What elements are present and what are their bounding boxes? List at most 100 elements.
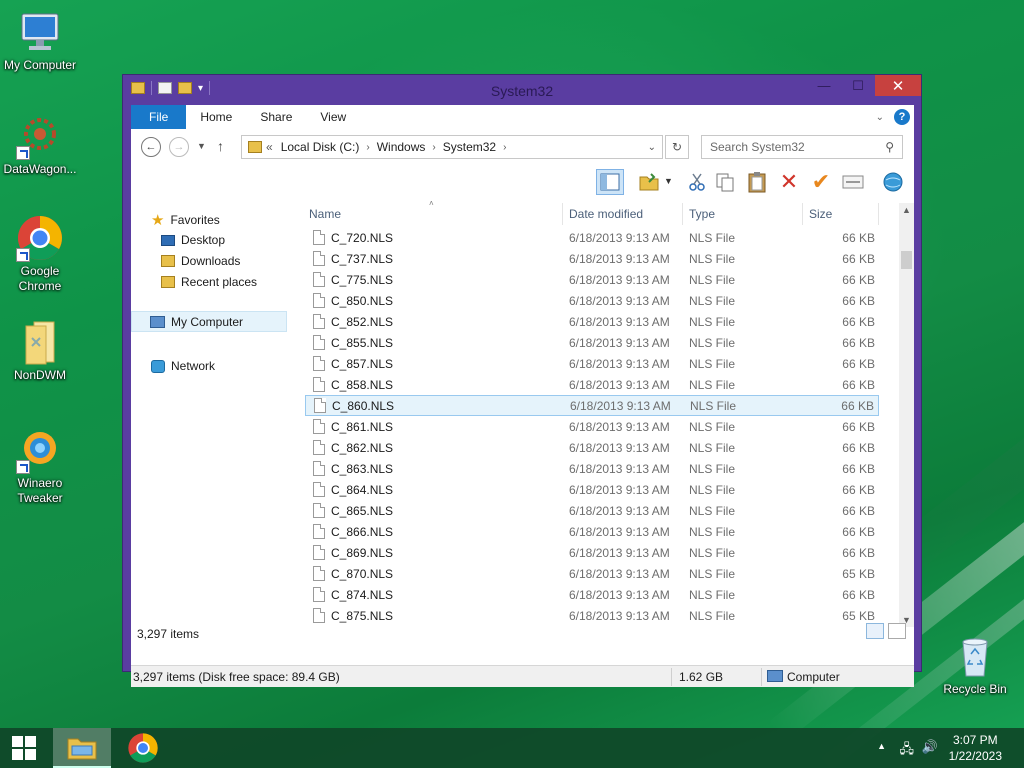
nav-favorites[interactable]: ★ Favorites bbox=[151, 211, 220, 229]
items-count: 3,297 items bbox=[137, 627, 200, 641]
new-folder-button[interactable] bbox=[635, 169, 663, 195]
volume-icon[interactable]: 🔊 bbox=[922, 739, 938, 755]
close-button[interactable]: ✕ bbox=[875, 75, 921, 96]
file-date: 6/18/2013 9:13 AM bbox=[569, 566, 670, 581]
file-name: C_866.NLS bbox=[331, 524, 394, 539]
clock[interactable]: 3:07 PM 1/22/2023 bbox=[949, 732, 1002, 764]
network-drive-button[interactable] bbox=[879, 169, 907, 195]
table-row[interactable]: C_875.NLS 6/18/2013 9:13 AM NLS File 65 KB bbox=[305, 605, 879, 626]
table-row[interactable]: C_862.NLS 6/18/2013 9:13 AM NLS File 66 KB bbox=[305, 437, 879, 458]
table-row[interactable]: C_852.NLS 6/18/2013 9:13 AM NLS File 66 KB bbox=[305, 311, 879, 332]
maximize-button[interactable]: ☐ bbox=[841, 75, 875, 96]
file-icon bbox=[313, 503, 325, 518]
overflow-crumb[interactable]: « bbox=[262, 140, 277, 154]
search-icon[interactable]: ⚲ bbox=[885, 140, 894, 154]
paste-button[interactable] bbox=[743, 169, 771, 195]
chevron-right-icon[interactable]: › bbox=[429, 142, 438, 153]
file-name: C_863.NLS bbox=[331, 461, 394, 476]
file-type: NLS File bbox=[689, 524, 736, 539]
folder-icon bbox=[248, 141, 262, 153]
breadcrumb-system32[interactable]: System32 bbox=[439, 140, 500, 154]
cut-button[interactable] bbox=[683, 169, 711, 195]
taskbar-file-explorer[interactable] bbox=[53, 728, 111, 768]
table-row[interactable]: C_857.NLS 6/18/2013 9:13 AM NLS File 66 KB bbox=[305, 353, 879, 374]
expand-ribbon-icon[interactable]: ⌄ bbox=[876, 112, 884, 123]
large-icons-view-button[interactable] bbox=[888, 623, 906, 639]
search-input[interactable]: Search System32 ⚲ bbox=[701, 135, 903, 159]
chevron-right-icon[interactable]: › bbox=[500, 142, 509, 153]
preview-pane-button[interactable] bbox=[596, 169, 624, 195]
rename-button[interactable]: ✔ bbox=[807, 169, 835, 195]
taskbar-chrome[interactable] bbox=[114, 728, 172, 768]
column-header-size[interactable]: Size bbox=[803, 203, 879, 225]
file-icon bbox=[313, 545, 325, 560]
back-button[interactable]: ← bbox=[141, 137, 161, 157]
desktop-icon-nondwm[interactable]: NonDWM bbox=[0, 318, 80, 383]
nav-my-computer[interactable]: My Computer bbox=[131, 311, 287, 332]
desktop-icon-label: Google Chrome bbox=[18, 264, 62, 293]
file-size: 66 KB bbox=[842, 377, 875, 392]
desktop-icon-winaero-tweaker[interactable]: Winaero Tweaker bbox=[0, 426, 80, 506]
scrollbar-thumb[interactable] bbox=[901, 251, 912, 269]
column-header-date[interactable]: Date modified bbox=[563, 203, 683, 225]
forward-button[interactable]: → bbox=[169, 137, 189, 157]
table-row[interactable]: C_863.NLS 6/18/2013 9:13 AM NLS File 66 KB bbox=[305, 458, 879, 479]
details-view-button[interactable] bbox=[866, 623, 884, 639]
chevron-right-icon[interactable]: › bbox=[363, 142, 372, 153]
minimize-button[interactable]: — bbox=[807, 75, 841, 96]
nav-downloads[interactable]: Downloads bbox=[161, 254, 240, 268]
desktop-icon-my-computer[interactable]: My Computer bbox=[0, 8, 80, 73]
tab-share[interactable]: Share bbox=[246, 105, 306, 129]
copy-button[interactable] bbox=[711, 169, 739, 195]
table-row[interactable]: C_866.NLS 6/18/2013 9:13 AM NLS File 66 KB bbox=[305, 521, 879, 542]
tab-view[interactable]: View bbox=[306, 105, 360, 129]
scroll-up-icon[interactable]: ▲ bbox=[899, 205, 914, 215]
datawagon-icon bbox=[16, 112, 64, 160]
file-type: NLS File bbox=[689, 377, 736, 392]
table-row[interactable]: C_869.NLS 6/18/2013 9:13 AM NLS File 66 KB bbox=[305, 542, 879, 563]
chevron-down-icon[interactable]: ▼ bbox=[664, 176, 673, 186]
tab-home[interactable]: Home bbox=[186, 105, 246, 129]
file-date: 6/18/2013 9:13 AM bbox=[569, 230, 670, 245]
table-row[interactable]: C_720.NLS 6/18/2013 9:13 AM NLS File 66 KB bbox=[305, 227, 879, 248]
nav-recent-label: Recent places bbox=[181, 275, 258, 289]
refresh-button[interactable]: ↻ bbox=[665, 135, 689, 159]
nav-favorites-label: Favorites bbox=[170, 213, 220, 227]
vertical-scrollbar[interactable]: ▲ ▼ bbox=[899, 203, 914, 627]
show-hidden-icons[interactable]: ▲ bbox=[877, 741, 886, 751]
table-row[interactable]: C_855.NLS 6/18/2013 9:13 AM NLS File 66 KB bbox=[305, 332, 879, 353]
start-button[interactable] bbox=[0, 728, 48, 768]
delete-button[interactable]: ✕ bbox=[775, 169, 803, 195]
table-row[interactable]: C_850.NLS 6/18/2013 9:13 AM NLS File 66 KB bbox=[305, 290, 879, 311]
title-bar[interactable]: ▾ System32 — ☐ ✕ bbox=[123, 75, 921, 105]
desktop-icon-google-chrome[interactable]: Google Chrome bbox=[0, 214, 80, 294]
table-row[interactable]: C_861.NLS 6/18/2013 9:13 AM NLS File 66 KB bbox=[305, 416, 879, 437]
table-row[interactable]: C_775.NLS 6/18/2013 9:13 AM NLS File 66 KB bbox=[305, 269, 879, 290]
nav-recent-places[interactable]: Recent places bbox=[161, 275, 257, 289]
breadcrumb-windows[interactable]: Windows bbox=[373, 140, 430, 154]
address-bar[interactable]: « Local Disk (C:) › Windows › System32 ›… bbox=[241, 135, 663, 159]
column-header-name[interactable]: Name bbox=[305, 203, 563, 225]
nav-network[interactable]: Network bbox=[151, 359, 215, 373]
network-icon[interactable]: 🖧 bbox=[900, 740, 915, 762]
nav-desktop[interactable]: Desktop bbox=[161, 233, 225, 247]
breadcrumb-local-disk[interactable]: Local Disk (C:) bbox=[277, 140, 364, 154]
recent-locations-icon[interactable]: ▼ bbox=[197, 141, 206, 151]
table-row[interactable]: C_737.NLS 6/18/2013 9:13 AM NLS File 66 KB bbox=[305, 248, 879, 269]
up-button[interactable]: ↑ bbox=[217, 138, 224, 154]
nav-downloads-label: Downloads bbox=[181, 254, 241, 268]
address-dropdown-icon[interactable]: ⌄ bbox=[648, 142, 662, 153]
desktop-icon-datawagon[interactable]: DataWagon... bbox=[0, 112, 80, 177]
computer-icon bbox=[150, 315, 165, 328]
table-row[interactable]: C_858.NLS 6/18/2013 9:13 AM NLS File 66 KB bbox=[305, 374, 879, 395]
table-row[interactable]: C_870.NLS 6/18/2013 9:13 AM NLS File 65 KB bbox=[305, 563, 879, 584]
column-header-type[interactable]: Type bbox=[683, 203, 803, 225]
table-row[interactable]: C_865.NLS 6/18/2013 9:13 AM NLS File 66 KB bbox=[305, 500, 879, 521]
tab-file[interactable]: File bbox=[131, 105, 187, 129]
help-icon[interactable]: ? bbox=[894, 109, 910, 125]
table-row[interactable]: C_860.NLS 6/18/2013 9:13 AM NLS File 66 KB bbox=[305, 395, 879, 416]
properties-button[interactable] bbox=[839, 169, 867, 195]
desktop-icon-recycle-bin[interactable]: Recycle Bin bbox=[935, 632, 1015, 697]
table-row[interactable]: C_864.NLS 6/18/2013 9:13 AM NLS File 66 KB bbox=[305, 479, 879, 500]
table-row[interactable]: C_874.NLS 6/18/2013 9:13 AM NLS File 66 KB bbox=[305, 584, 879, 605]
